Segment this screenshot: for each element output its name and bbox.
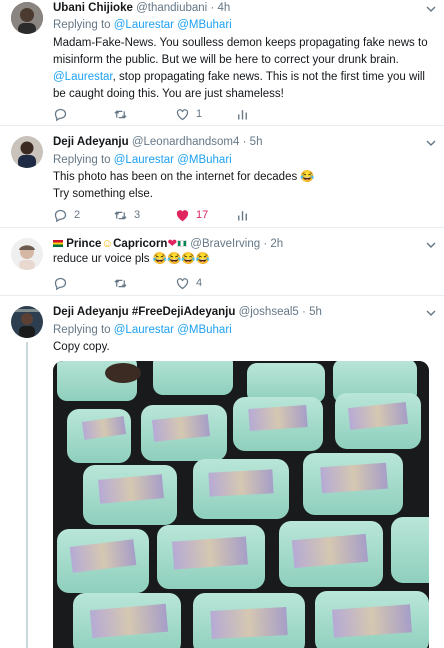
timestamp[interactable]: 2h bbox=[270, 238, 283, 250]
replying-to: Replying to @Laurestar @MBuhari bbox=[53, 153, 232, 167]
tweet-header: Ubani Chijioke @thandiubani · 4h bbox=[53, 1, 230, 15]
nigeria-flag-icon bbox=[177, 240, 188, 247]
display-name-suffix[interactable]: Capricorn bbox=[113, 238, 167, 250]
like-count: 1 bbox=[196, 108, 203, 120]
reply-button[interactable] bbox=[53, 275, 74, 291]
reply-count: 2 bbox=[74, 209, 81, 221]
thread-line bbox=[26, 342, 28, 648]
retweet-icon bbox=[114, 210, 127, 220]
analytics-icon bbox=[238, 210, 247, 220]
tweet-actions: 2 3 17 bbox=[53, 207, 433, 223]
tweet-text-part: Madam-Fake-News. You soulless demon keep… bbox=[53, 37, 428, 66]
reply-button[interactable] bbox=[53, 106, 74, 122]
retweet-count: 3 bbox=[134, 209, 141, 221]
separator: · bbox=[263, 238, 268, 250]
avatar[interactable] bbox=[11, 136, 43, 168]
timestamp[interactable]: 5h bbox=[250, 136, 263, 148]
analytics-button[interactable] bbox=[235, 106, 256, 122]
like-count: 17 bbox=[196, 209, 209, 221]
tweet-1[interactable]: Ubani Chijioke @thandiubani · 4h Replyin… bbox=[0, 0, 444, 126]
mention-link[interactable]: @Laurestar bbox=[114, 154, 174, 166]
like-button[interactable]: 17 bbox=[175, 207, 208, 223]
reply-icon bbox=[54, 209, 67, 222]
timestamp[interactable]: 4h bbox=[217, 2, 230, 14]
tweet-text: Copy copy. bbox=[53, 341, 110, 353]
retweet-button[interactable] bbox=[113, 106, 134, 122]
tweet-photo[interactable] bbox=[53, 361, 429, 648]
display-name[interactable]: Ubani Chijioke bbox=[53, 2, 133, 14]
replying-label: Replying to bbox=[53, 19, 111, 31]
reply-icon bbox=[54, 277, 67, 290]
avatar[interactable] bbox=[11, 238, 43, 270]
replying-to: Replying to @Laurestar @MBuhari bbox=[53, 323, 232, 337]
tweet-text: Madam-Fake-News. You soulless demon keep… bbox=[53, 35, 438, 103]
handle[interactable]: @thandiubani bbox=[136, 2, 207, 14]
separator: · bbox=[302, 306, 306, 318]
retweet-icon bbox=[114, 109, 127, 119]
mention-link[interactable]: @Laurestar bbox=[114, 19, 174, 31]
replying-to: Replying to @Laurestar @MBuhari bbox=[53, 18, 232, 32]
reply-button[interactable]: 2 bbox=[53, 207, 80, 223]
retweet-button[interactable]: 3 bbox=[113, 207, 140, 223]
tweet-text: reduce ur voice pls 😂😂😂😂 bbox=[53, 253, 210, 265]
separator: · bbox=[210, 2, 215, 14]
analytics-icon bbox=[238, 109, 247, 119]
tweet-header: Prince☺Capricorn❤ @BraveIrving · 2h bbox=[53, 237, 283, 251]
like-button[interactable]: 1 bbox=[175, 106, 202, 122]
tweet-text: This photo has been on the internet for … bbox=[53, 169, 438, 203]
tweet-2[interactable]: Deji Adeyanju @Leonardhandsom4 · 5h Repl… bbox=[0, 126, 444, 228]
tweet-header: Deji Adeyanju @Leonardhandsom4 · 5h bbox=[53, 135, 262, 149]
analytics-button[interactable] bbox=[235, 207, 256, 223]
smiley-icon: ☺ bbox=[101, 238, 114, 250]
like-button[interactable]: 4 bbox=[175, 275, 202, 291]
mention-link[interactable]: @MBuhari bbox=[177, 324, 232, 336]
heart-icon: ❤ bbox=[167, 238, 178, 250]
like-icon bbox=[176, 108, 189, 120]
tweet-text-line: Try something else. bbox=[53, 188, 153, 200]
like-icon bbox=[176, 277, 189, 289]
tweet-3[interactable]: Prince☺Capricorn❤ @BraveIrving · 2h redu… bbox=[0, 228, 444, 296]
avatar[interactable] bbox=[11, 306, 43, 338]
handle[interactable]: @Leonardhandsom4 bbox=[132, 136, 240, 148]
retweet-button[interactable] bbox=[113, 275, 134, 291]
tweet-text-line: This photo has been on the internet for … bbox=[53, 171, 315, 183]
ghana-flag-icon bbox=[53, 240, 63, 247]
mention-link[interactable]: @MBuhari bbox=[177, 19, 232, 31]
separator: · bbox=[242, 136, 247, 148]
display-name-prefix[interactable]: Prince bbox=[66, 238, 101, 250]
reply-icon bbox=[54, 108, 67, 121]
like-icon bbox=[176, 209, 189, 221]
tweet-actions: 1 bbox=[53, 106, 433, 122]
retweet-icon bbox=[114, 278, 127, 288]
display-name[interactable]: Deji Adeyanju bbox=[53, 136, 129, 148]
replying-label: Replying to bbox=[53, 154, 111, 166]
photo-image bbox=[53, 361, 429, 648]
mention-link[interactable]: @MBuhari bbox=[177, 154, 232, 166]
replying-label: Replying to bbox=[53, 324, 111, 336]
timestamp[interactable]: 5h bbox=[309, 306, 322, 318]
handle[interactable]: @joshseal5 bbox=[239, 306, 299, 318]
display-name[interactable]: Deji Adeyanju #FreeDejiAdeyanju bbox=[53, 306, 235, 318]
tweet-actions: 4 bbox=[53, 275, 433, 291]
like-count: 4 bbox=[196, 277, 203, 289]
mention-link[interactable]: @Laurestar bbox=[114, 324, 174, 336]
handle[interactable]: @BraveIrving bbox=[190, 238, 260, 250]
tweet-header: Deji Adeyanju #FreeDejiAdeyanju @joshsea… bbox=[53, 305, 322, 319]
avatar[interactable] bbox=[11, 2, 43, 34]
mention-link[interactable]: @Laurestar bbox=[53, 71, 113, 83]
